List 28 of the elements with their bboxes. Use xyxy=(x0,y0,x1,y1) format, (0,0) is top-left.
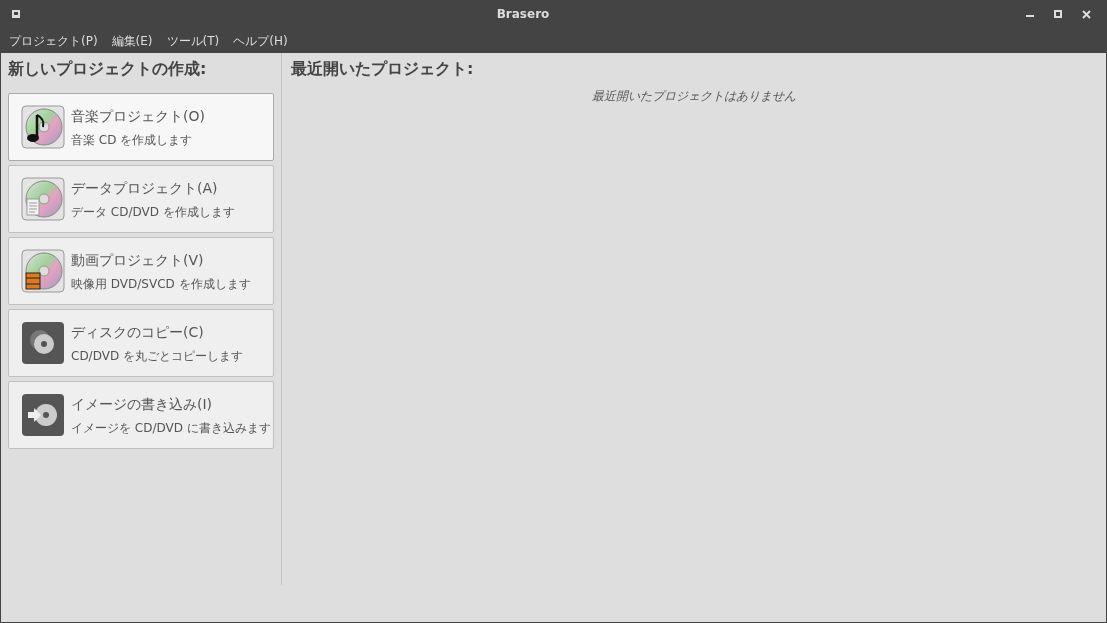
project-title: 音楽プロジェクト(O) xyxy=(71,106,205,126)
menu-item[interactable]: ツール(T) xyxy=(166,31,220,50)
project-description: 音楽 CD を作成します xyxy=(71,131,194,149)
project-button[interactable]: ディスクのコピー(C) CD/DVD を丸ごとコピーします xyxy=(8,309,274,377)
window-menu-icon[interactable] xyxy=(12,10,20,18)
window-title: Brasero xyxy=(495,6,551,23)
disc-copy-icon xyxy=(21,321,65,365)
close-icon[interactable] xyxy=(1082,9,1091,19)
project-description: CD/DVD を丸ごとコピーします xyxy=(71,347,243,365)
project-description: イメージを CD/DVD に書き込みます xyxy=(71,419,271,437)
section-heading: 新しいプロジェクトの作成: xyxy=(8,58,208,80)
project-button[interactable]: 音楽プロジェクト(O) 音楽 CD を作成します xyxy=(8,93,274,161)
section-heading: 最近開いたプロジェクト: xyxy=(291,58,475,80)
project-title: データプロジェクト(A) xyxy=(71,178,219,198)
project-description: 映像用 DVD/SVCD を作成します xyxy=(71,275,251,293)
project-description: データ CD/DVD を作成します xyxy=(71,203,235,221)
project-button[interactable]: データプロジェクト(A) データ CD/DVD を作成します xyxy=(8,165,274,233)
project-button[interactable]: 動画プロジェクト(V) 映像用 DVD/SVCD を作成します xyxy=(8,237,274,305)
empty-message: 最近開いたプロジェクトはありません xyxy=(592,88,796,105)
project-title: ディスクのコピー(C) xyxy=(71,322,205,342)
disc-burn-icon xyxy=(21,393,65,437)
project-title: 動画プロジェクト(V) xyxy=(71,250,205,270)
project-button[interactable]: イメージの書き込み(I) イメージを CD/DVD に書き込みます xyxy=(8,381,274,449)
maximize-icon[interactable] xyxy=(1054,10,1062,18)
menu-item[interactable]: プロジェクト(P) xyxy=(9,31,98,50)
menu-item[interactable]: ヘルプ(H) xyxy=(233,31,288,50)
project-title: イメージの書き込み(I) xyxy=(71,394,214,414)
menu-item[interactable]: 編集(E) xyxy=(111,31,153,50)
